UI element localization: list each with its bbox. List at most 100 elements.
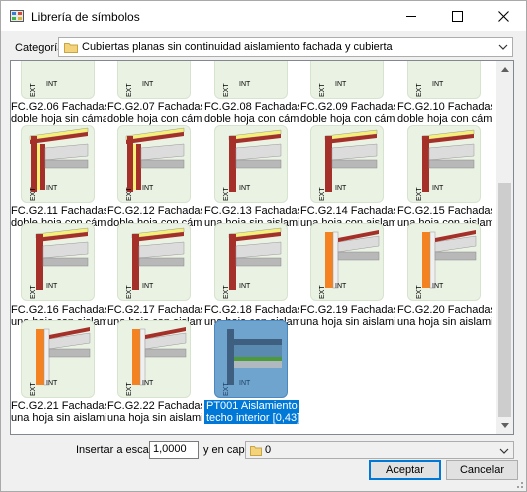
symbol-caption-line1: FC.G2.15 Fachadas de bbox=[397, 205, 492, 217]
ext-label: EXT bbox=[223, 285, 230, 299]
symbol-caption-line1: FC.G2.10 Fachadas de bbox=[397, 101, 492, 113]
symbol-caption-line1: FC.G2.06 Fachadas de bbox=[11, 101, 106, 113]
symbol-thumbnail: EXT INT bbox=[21, 61, 95, 99]
scroll-up-button[interactable] bbox=[496, 61, 513, 78]
layer-value: 0 bbox=[265, 444, 272, 456]
section-diagram-icon: EXT INT bbox=[30, 327, 91, 396]
accept-button[interactable]: Aceptar bbox=[369, 460, 441, 480]
category-value: Cubiertas planas sin continuidad aislami… bbox=[82, 41, 393, 53]
section-diagram-icon: EXT INT bbox=[416, 129, 475, 201]
ext-label: EXT bbox=[30, 382, 37, 396]
int-label: INT bbox=[335, 283, 347, 290]
int-label: INT bbox=[239, 380, 251, 387]
symbol-caption: FC.G2.08 Fachadas dedoble hoja con cáma.… bbox=[204, 101, 299, 125]
symbol-list[interactable]: EXT INT FC.G2.06 Fachadas dedoble hoja sin… bbox=[10, 60, 514, 435]
symbol-caption-line2: una hoja sin aislamiento bbox=[107, 412, 202, 424]
symbol-thumbnail: EXT INT bbox=[407, 125, 481, 203]
symbol-caption-line1: PT001 Aislamiento bbox=[204, 400, 299, 412]
symbol-thumbnail: EXT INT bbox=[214, 125, 288, 203]
int-label: INT bbox=[239, 185, 251, 192]
scale-label: Insertar a escala: bbox=[76, 444, 161, 456]
symbol-thumbnail: EXT INT bbox=[310, 223, 384, 301]
symbol-caption-line1: FC.G2.16 Fachadas de bbox=[11, 304, 106, 316]
symbol-caption: FC.G2.22 Fachadas deuna hoja sin aislami… bbox=[107, 400, 202, 424]
section-diagram-icon: EXT INT bbox=[126, 327, 187, 396]
symbol-caption-line2: techo interior [0,43] bbox=[204, 412, 299, 424]
section-diagram-icon: EXT INT bbox=[30, 227, 89, 299]
ext-label: EXT bbox=[416, 83, 423, 97]
symbol-caption-line1: FC.G2.14 Fachadas de bbox=[300, 205, 395, 217]
symbol-thumbnail: EXT INT bbox=[310, 125, 384, 203]
symbol-caption: FC.G2.19 Fachadas deuna hoja sin aislami… bbox=[300, 304, 395, 328]
ext-label: EXT bbox=[319, 285, 326, 299]
layer-dropdown[interactable]: 0 bbox=[245, 441, 514, 459]
category-dropdown[interactable]: Cubiertas planas sin continuidad aislami… bbox=[58, 37, 513, 57]
int-label: INT bbox=[432, 283, 444, 290]
ext-label: EXT bbox=[319, 187, 326, 201]
scale-input[interactable]: 1,0000 bbox=[149, 441, 199, 459]
symbol-caption-line2: doble hoja con cáma... bbox=[107, 113, 202, 125]
library-icon bbox=[10, 10, 24, 22]
chevron-down-icon bbox=[499, 448, 509, 454]
int-label: INT bbox=[432, 185, 444, 192]
scroll-down-button[interactable] bbox=[496, 417, 513, 434]
scrollbar-thumb[interactable] bbox=[498, 183, 511, 417]
close-icon bbox=[497, 10, 509, 22]
symbol-caption-line1: FC.G2.09 Fachadas de bbox=[300, 101, 395, 113]
vertical-scrollbar[interactable] bbox=[496, 61, 513, 434]
symbol-caption-line1: FC.G2.19 Fachadas de bbox=[300, 304, 395, 316]
symbol-thumbnail: EXT INT bbox=[214, 320, 288, 398]
symbol-caption: PT001 Aislamiento techo interior [0,43] bbox=[204, 400, 299, 424]
symbol-caption-line1: FC.G2.21 Fachadas de bbox=[11, 400, 106, 412]
symbol-caption: FC.G2.09 Fachadas dedoble hoja con cáma.… bbox=[300, 101, 395, 125]
symbol-caption-line2: doble hoja sin cámar... bbox=[11, 113, 106, 125]
int-label: INT bbox=[239, 81, 251, 88]
int-label: INT bbox=[46, 283, 58, 290]
section-diagram-icon: EXT INT bbox=[29, 127, 89, 201]
symbol-caption-line2: una hoja sin aislamiento bbox=[397, 316, 492, 328]
maximize-button[interactable] bbox=[434, 1, 480, 31]
section-diagram-icon: EXT INT bbox=[223, 129, 282, 201]
ext-label: EXT bbox=[126, 382, 133, 396]
resize-grip-icon[interactable] bbox=[514, 479, 524, 489]
symbol-caption-line2: doble hoja con cáma... bbox=[204, 113, 299, 125]
layer-icon bbox=[250, 446, 262, 456]
ext-label: EXT bbox=[30, 83, 37, 97]
symbol-thumbnail: EXT INT bbox=[214, 61, 288, 99]
section-diagram-icon: EXT INT bbox=[223, 329, 282, 396]
symbol-thumbnail: EXT INT bbox=[117, 320, 191, 398]
symbol-caption-line2: una hoja sin aislamiento bbox=[300, 316, 395, 328]
folder-icon bbox=[64, 43, 78, 53]
close-button[interactable] bbox=[480, 1, 526, 31]
symbol-thumbnail: EXT INT bbox=[117, 125, 191, 203]
ext-label: EXT bbox=[30, 285, 37, 299]
symbol-thumbnail: EXT INT bbox=[117, 61, 191, 99]
int-label: INT bbox=[142, 185, 154, 192]
section-diagram-icon: EXT INT bbox=[416, 81, 444, 97]
ext-label: EXT bbox=[126, 285, 133, 299]
minimize-button[interactable] bbox=[388, 1, 434, 31]
symbol-caption-line1: FC.G2.07 Fachadas de bbox=[107, 101, 202, 113]
symbol-caption-line1: FC.G2.08 Fachadas de bbox=[204, 101, 299, 113]
int-label: INT bbox=[142, 380, 154, 387]
int-label: INT bbox=[335, 185, 347, 192]
symbol-thumbnail: EXT INT bbox=[21, 320, 95, 398]
symbol-caption-line2: una hoja sin aislamiento bbox=[11, 412, 106, 424]
int-label: INT bbox=[46, 185, 58, 192]
int-label: INT bbox=[46, 380, 58, 387]
int-label: INT bbox=[239, 283, 251, 290]
symbol-caption: FC.G2.10 Fachadas dedoble hoja con cáma.… bbox=[397, 101, 492, 125]
symbol-thumbnail: EXT INT bbox=[407, 223, 481, 301]
symbol-caption-line1: FC.G2.12 Fachadas de bbox=[107, 205, 202, 217]
cancel-button[interactable]: Cancelar bbox=[446, 460, 518, 480]
ext-label: EXT bbox=[30, 187, 37, 201]
int-label: INT bbox=[142, 283, 154, 290]
symbol-caption-line1: FC.G2.13 Fachadas de bbox=[204, 205, 299, 217]
maximize-icon bbox=[451, 10, 463, 22]
minimize-icon bbox=[406, 15, 416, 17]
ext-label: EXT bbox=[416, 187, 423, 201]
symbol-thumbnail: EXT INT bbox=[407, 61, 481, 99]
ext-label: EXT bbox=[416, 285, 423, 299]
section-diagram-icon: EXT INT bbox=[416, 230, 477, 299]
ext-label: EXT bbox=[126, 83, 133, 97]
